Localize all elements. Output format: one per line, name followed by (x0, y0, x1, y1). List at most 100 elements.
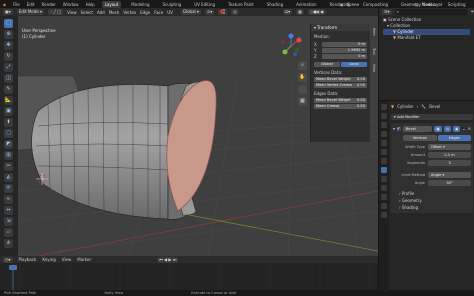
angle-field[interactable]: 30° (428, 180, 471, 186)
playback-controls[interactable]: ⏮ ◀ ▶ ⏭ (157, 256, 179, 263)
shrink-fatten-tool[interactable]: ⇲ (4, 217, 13, 226)
menu-vertex[interactable]: Vertex (123, 10, 136, 15)
select-box-tool[interactable]: ⬚ (4, 19, 13, 28)
overlay-dropdown[interactable]: ⬭▾ (282, 9, 293, 15)
timeline-ruler[interactable] (0, 263, 378, 290)
remove-modifier-icon[interactable]: ✕ (468, 126, 471, 131)
bevel-tool[interactable]: ◩ (4, 140, 13, 149)
tab-animation[interactable]: Animation (293, 1, 319, 8)
constraints-tab-icon[interactable] (381, 194, 387, 200)
menu-select[interactable]: Select (81, 10, 93, 15)
tab-uv-editing[interactable]: UV Editing (191, 1, 218, 8)
particles-tab-icon[interactable] (381, 176, 387, 182)
scene-tab-icon[interactable] (381, 140, 387, 146)
menu-view[interactable]: View (67, 10, 77, 15)
collapse-arrow-icon[interactable]: ▾ (393, 126, 395, 131)
tool-tab-icon[interactable] (381, 104, 387, 110)
viewlayer-name[interactable]: ViewLayer (422, 2, 443, 7)
viewport-toggle-icon[interactable]: ▭ (443, 125, 452, 132)
menu-add[interactable]: Add (97, 10, 105, 15)
knife-tool[interactable]: ✂ (4, 162, 13, 171)
camera-view-icon[interactable]: 🎥 (298, 85, 307, 94)
object-tab-icon[interactable] (381, 158, 387, 164)
vertex-bevel-value[interactable]: 0.00 (357, 77, 365, 82)
physics-tab-icon[interactable] (381, 185, 387, 191)
rotate-tool[interactable]: ↻ (4, 52, 13, 61)
transform-tool[interactable]: ◫ (4, 74, 13, 83)
outliner-search[interactable]: ⌕ (394, 8, 468, 15)
edge-crease-value[interactable]: 0.00 (357, 104, 365, 109)
tab-texture-paint[interactable]: Texture Paint (225, 1, 257, 8)
zoom-icon[interactable]: ⌕ (298, 61, 307, 70)
menu-help[interactable]: Help (86, 2, 95, 7)
modifier-tab-icon[interactable] (381, 167, 387, 173)
rip-region-tool[interactable]: ⋔ (4, 239, 13, 248)
tab-compositing[interactable]: Compositing (360, 1, 391, 8)
menu-mesh[interactable]: Mesh (109, 10, 120, 15)
material-tab-icon[interactable] (381, 212, 387, 218)
pivot-dropdown[interactable]: ⊙▾ (204, 9, 215, 15)
proportional-edit-toggle[interactable]: ◎ (231, 9, 239, 15)
tab-scripting[interactable]: Scripting (445, 1, 469, 8)
world-tab-icon[interactable] (381, 149, 387, 155)
edge-slide-tool[interactable]: ⇔ (4, 206, 13, 215)
shear-tool[interactable]: ▱ (4, 228, 13, 237)
tab-view[interactable]: View (372, 64, 376, 72)
tab-sculpting[interactable]: Sculpting (160, 1, 185, 8)
editmode-toggle-icon[interactable]: ▣ (434, 125, 442, 132)
menu-render[interactable]: Render (42, 2, 56, 7)
output-tab-icon[interactable] (381, 122, 387, 128)
scene-selector[interactable]: ▣ Scene (340, 1, 359, 7)
width-type-dropdown[interactable]: Offset ▾ (428, 144, 471, 150)
edges-button[interactable]: Edges (437, 135, 471, 141)
subpanel-profile[interactable]: › Profile (399, 190, 471, 197)
transform-panel-header[interactable]: ▾ Transform (311, 24, 370, 31)
data-tab-icon[interactable] (381, 203, 387, 209)
tab-shading[interactable]: Shading (264, 1, 286, 8)
loop-cut-tool[interactable]: ▥ (4, 151, 13, 160)
select-mode-buttons[interactable]: ◦ ╱ ▢ (48, 9, 64, 15)
blender-logo-icon[interactable]: ◆ (3, 2, 6, 7)
modifier-name-field[interactable]: Bevel (402, 125, 433, 132)
menu-face[interactable]: Face (154, 10, 163, 15)
pan-hand-icon[interactable]: ✋ (298, 73, 307, 82)
poly-build-tool[interactable]: ◭ (4, 173, 13, 182)
xray-toggle[interactable]: ▦ (296, 9, 304, 15)
z-field[interactable]: 0 m (322, 53, 367, 59)
outliner-item-manifold[interactable]: ▼ Manifold ET (383, 35, 470, 41)
limit-method-dropdown[interactable]: Angle ▾ (428, 172, 471, 178)
view-layer-tab-icon[interactable] (381, 131, 387, 137)
edge-bevel-value[interactable]: 0.00 (357, 98, 365, 103)
menu-edit[interactable]: Edit (27, 2, 35, 7)
smooth-tool[interactable]: ≈ (4, 195, 13, 204)
menu-edge[interactable]: Edge (140, 10, 150, 15)
subpanel-shading[interactable]: › Shading (399, 204, 471, 211)
global-button[interactable]: Global (314, 61, 340, 67)
scene-name[interactable]: Scene (347, 2, 359, 7)
orientation-dropdown[interactable]: Global ▾ (180, 9, 201, 15)
measure-tool[interactable]: 📐 (4, 96, 13, 105)
playback-menu[interactable]: Playback (19, 257, 37, 262)
shading-buttons[interactable]: ○●◐◉ (307, 9, 326, 15)
move-tool[interactable]: ✥ (4, 41, 13, 50)
tab-item[interactable]: Item (372, 26, 376, 38)
local-button[interactable]: Local (341, 61, 367, 67)
scale-tool[interactable]: ⤢ (4, 63, 13, 72)
editor-type-button[interactable]: ▣▾ (3, 9, 13, 15)
tab-tool[interactable]: Tool (372, 48, 376, 55)
viewlayer-selector[interactable]: ▤ ViewLayer (415, 1, 442, 7)
add-cube-tool[interactable]: ▣ (4, 107, 13, 116)
vertices-button[interactable]: Vertices (403, 135, 437, 141)
mode-dropdown[interactable]: Edit Mode ▾ (16, 9, 44, 15)
menu-window[interactable]: Window (63, 2, 79, 7)
x-field[interactable]: 0 m (322, 41, 367, 47)
menu-uv[interactable]: UV (167, 10, 173, 15)
y-field[interactable]: 1.9692 m (322, 47, 367, 53)
view-menu[interactable]: View (62, 257, 72, 262)
cursor-tool[interactable]: ⊕ (4, 30, 13, 39)
menu-file[interactable]: File (13, 2, 20, 7)
tab-layout[interactable]: Layout (101, 0, 122, 8)
render-toggle-icon[interactable]: ◉ (453, 125, 461, 132)
add-modifier-button[interactable]: ▾ Add Modifier (391, 114, 473, 120)
inset-tool[interactable]: ▢ (4, 129, 13, 138)
